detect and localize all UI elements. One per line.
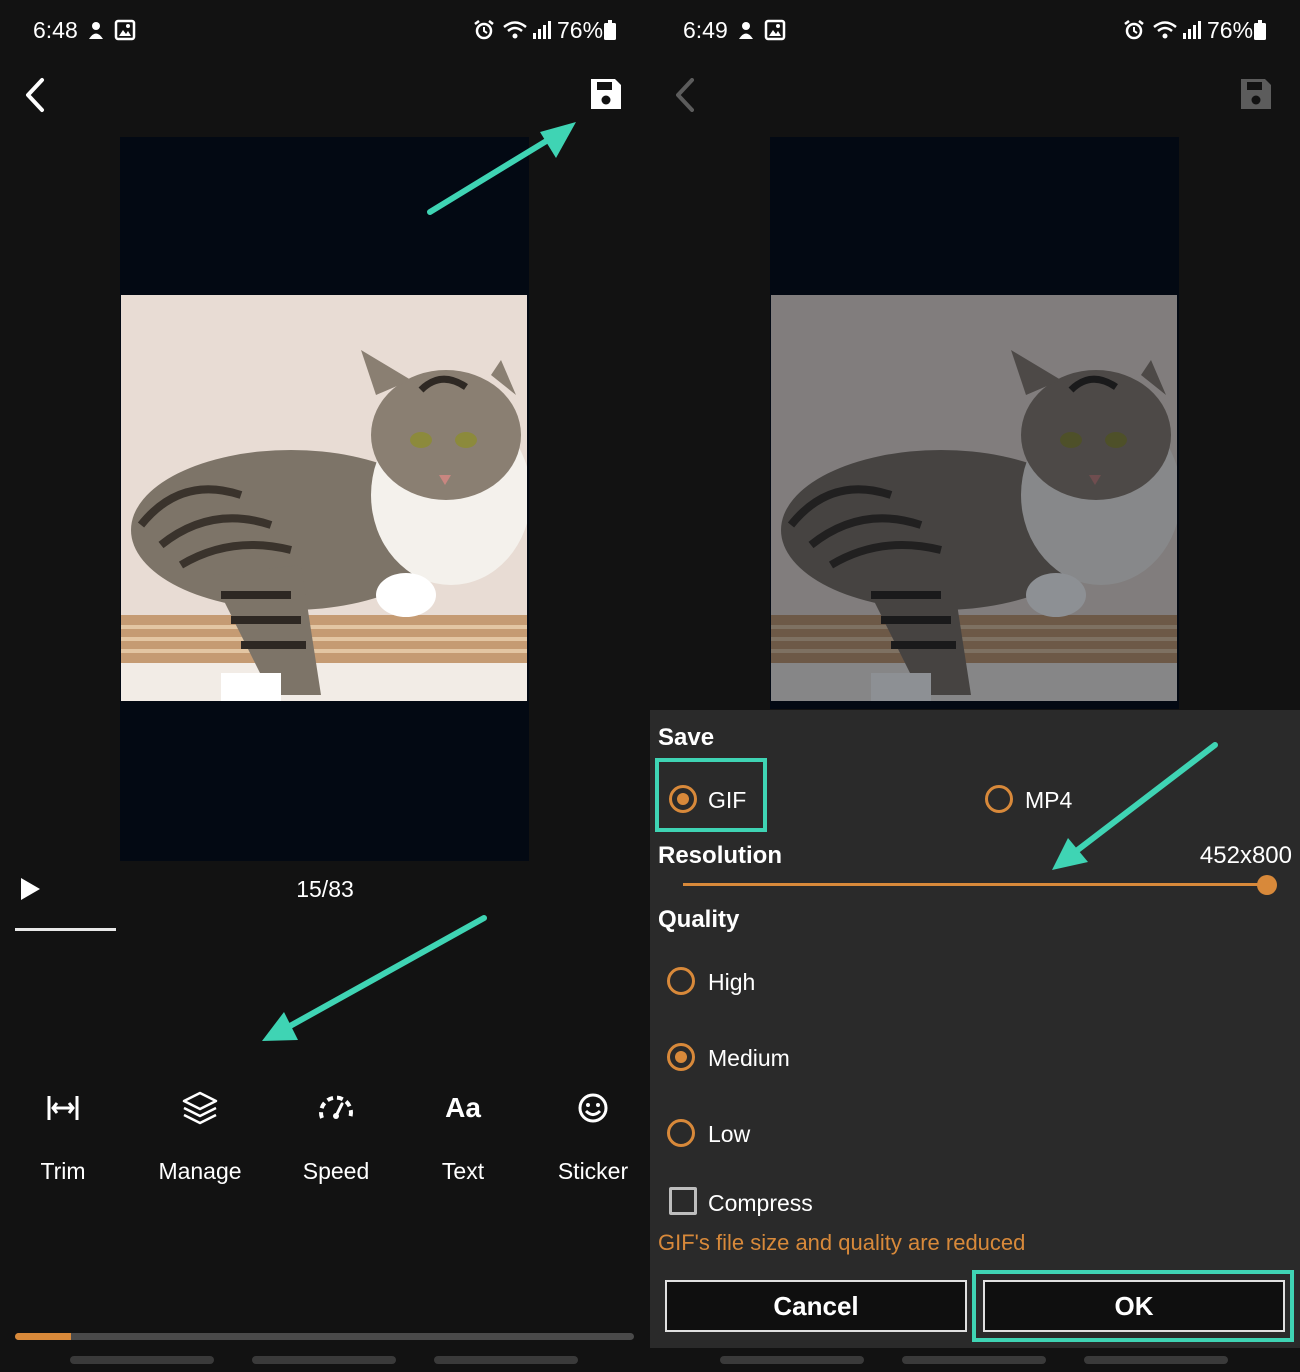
back-button[interactable] [18,76,54,114]
compress-hint: GIF's file size and quality are reduced [658,1230,1026,1255]
resolution-title: Resolution [658,842,782,869]
tool-label: Sticker [557,1158,629,1184]
signal-icon [533,21,551,39]
cat-illustration [771,295,1177,701]
tool-manage[interactable]: Manage [135,1088,265,1198]
cat-photo [771,295,1177,701]
battery-icon [604,20,616,40]
battery-icon [1254,20,1266,40]
save-dialog-screen: 6:49 76% Save GIF MP4 Resolution 452x800… [650,0,1300,1372]
status-time: 6:48 [33,17,78,43]
ok-button[interactable]: OK [983,1280,1285,1332]
format-gif-label[interactable]: GIF [708,787,746,814]
cat-photo [121,295,527,701]
nav-home[interactable] [902,1356,1046,1364]
tool-text[interactable]: Aa Text [398,1088,528,1198]
compress-label[interactable]: Compress [708,1190,813,1217]
nav-recent[interactable] [70,1356,214,1364]
tool-label: Text [441,1158,485,1184]
status-time: 6:49 [683,17,728,43]
resolution-slider-thumb[interactable] [1257,875,1277,895]
progress-fill [15,1333,71,1340]
cat-illustration [121,295,527,701]
tool-label: Trim [40,1158,86,1184]
preview-frame [120,137,529,861]
tool-sticker[interactable]: Sticker [528,1088,650,1198]
save-button[interactable] [588,76,624,112]
notification-icon [739,22,753,39]
save-title: Save [658,724,715,751]
smiley-icon [578,1093,608,1123]
tool-speed[interactable]: Speed [271,1088,401,1198]
quality-medium-radio[interactable] [667,1043,695,1071]
frame-counter: 15/83 [296,876,354,902]
layers-icon [182,1091,218,1125]
save-button[interactable] [1238,76,1274,112]
format-mp4-label[interactable]: MP4 [1025,787,1072,814]
alarm-icon [1124,20,1144,40]
wifi-icon [503,21,527,39]
quality-title: Quality [658,906,740,933]
alarm-icon [474,20,494,40]
signal-icon [1183,21,1201,39]
resolution-slider[interactable] [683,883,1267,886]
format-gif-radio[interactable] [669,785,697,813]
gallery-icon [114,19,136,41]
wifi-icon [1153,21,1177,39]
status-bar: 6:49 76% [650,0,1300,60]
notification-icon [89,22,103,39]
editor-screen: 6:48 76% 15/83 Trim Manage Speed Aa Text… [0,0,650,1372]
back-button[interactable] [668,76,704,114]
trim-icon [47,1096,79,1120]
status-bar: 6:48 76% [0,0,650,60]
progress-bar [15,1333,634,1340]
quality-medium-label[interactable]: Medium [708,1045,790,1072]
quality-high-radio[interactable] [667,967,695,995]
timeline-handle[interactable] [15,928,116,931]
speed-icon [319,1095,353,1119]
text-icon: Aa [445,1092,481,1123]
tool-trim[interactable]: Trim [0,1088,128,1198]
quality-low-label[interactable]: Low [708,1121,750,1148]
nav-recent[interactable] [720,1356,864,1364]
gallery-icon [764,19,786,41]
battery-percent: 76% [557,17,604,43]
compress-checkbox[interactable] [669,1187,697,1215]
preview-frame [770,137,1179,709]
save-dialog: Save GIF MP4 Resolution 452x800 Quality … [650,710,1300,1348]
nav-home[interactable] [252,1356,396,1364]
cancel-button[interactable]: Cancel [665,1280,967,1332]
quality-low-radio[interactable] [667,1119,695,1147]
battery-percent: 76% [1207,17,1254,43]
nav-back[interactable] [1084,1356,1228,1364]
tool-label: Speed [302,1158,370,1184]
play-button[interactable] [18,876,42,902]
tool-label: Manage [158,1158,242,1184]
format-mp4-radio[interactable] [985,785,1013,813]
quality-high-label[interactable]: High [708,969,755,996]
resolution-value: 452x800 [1199,842,1292,869]
nav-back[interactable] [434,1356,578,1364]
